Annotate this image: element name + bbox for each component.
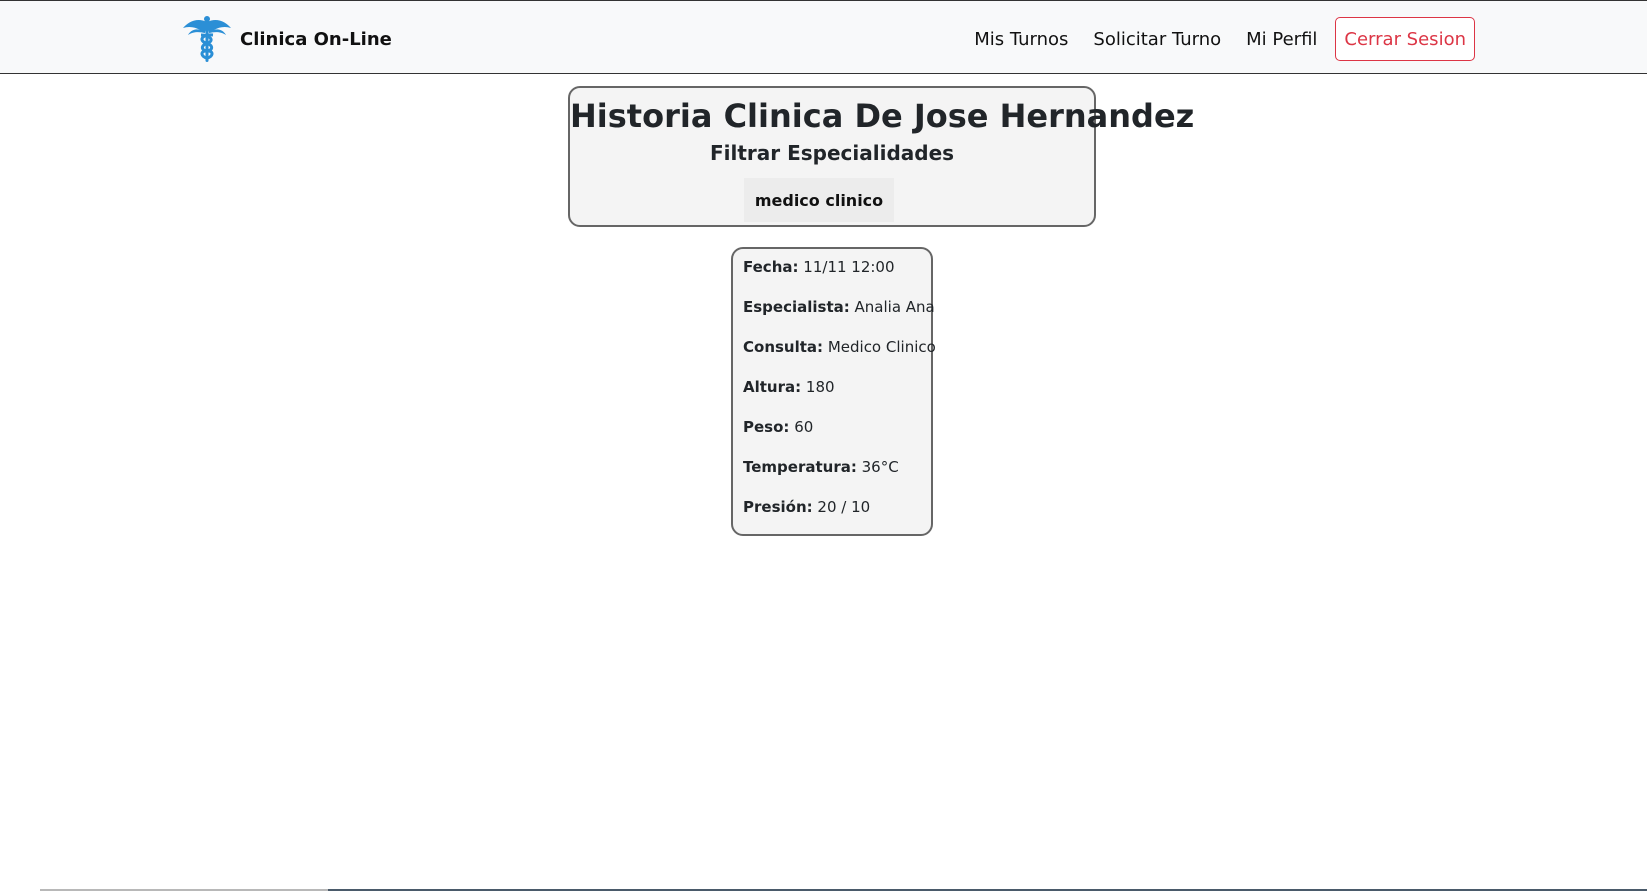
- page-title: Historia Clinica De Jose Hernandez: [570, 97, 1195, 135]
- record-label: Peso:: [743, 418, 790, 436]
- record-value: 11/11 12:00: [803, 258, 895, 276]
- brand-link[interactable]: Clinica On-Line: [182, 14, 392, 64]
- record-row-consulta: Consulta: Medico Clinico: [743, 337, 936, 357]
- filter-heading: Filtrar Especialidades: [709, 141, 955, 165]
- record-value: Analia Ana: [854, 298, 935, 316]
- record-value: Medico Clinico: [827, 338, 936, 356]
- record-label: Altura:: [743, 378, 802, 396]
- nav-link-mi-perfil[interactable]: Mi Perfil: [1246, 29, 1317, 50]
- clinical-record-card: Fecha: 11/11 12:00 Especialista: Analia …: [731, 247, 936, 536]
- record-label: Presión:: [743, 498, 813, 516]
- record-value: 36°C: [861, 458, 899, 476]
- top-navbar: Clinica On-Line Mis Turnos Solicitar Tur…: [0, 0, 1647, 74]
- record-row-peso: Peso: 60: [743, 417, 931, 437]
- record-value: 180: [805, 378, 835, 396]
- record-row-fecha: Fecha: 11/11 12:00: [743, 257, 931, 277]
- brand-name: Clinica On-Line: [240, 28, 392, 50]
- record-row-especialista: Especialista: Analia Ana: [743, 297, 935, 317]
- record-label: Temperatura:: [743, 458, 857, 476]
- record-value: 60: [794, 418, 814, 436]
- record-row-temperatura: Temperatura: 36°C: [743, 457, 931, 477]
- nav-link-mis-turnos[interactable]: Mis Turnos: [974, 29, 1068, 50]
- logout-button[interactable]: Cerrar Sesion: [1335, 17, 1475, 61]
- caduceus-icon: [183, 16, 231, 62]
- record-row-altura: Altura: 180: [743, 377, 931, 397]
- specialty-filter-button[interactable]: medico clinico: [744, 178, 894, 222]
- nav-link-solicitar-turno[interactable]: Solicitar Turno: [1093, 29, 1221, 50]
- history-header-card: Historia Clinica De Jose Hernandez Filtr…: [568, 86, 1195, 227]
- record-value: 20 / 10: [817, 498, 871, 516]
- record-label: Consulta:: [743, 338, 824, 356]
- record-label: Especialista:: [743, 298, 850, 316]
- record-label: Fecha:: [743, 258, 799, 276]
- record-row-presion: Presión: 20 / 10: [743, 497, 931, 517]
- nav-links: Mis Turnos Solicitar Turno Mi Perfil Cer…: [974, 17, 1475, 61]
